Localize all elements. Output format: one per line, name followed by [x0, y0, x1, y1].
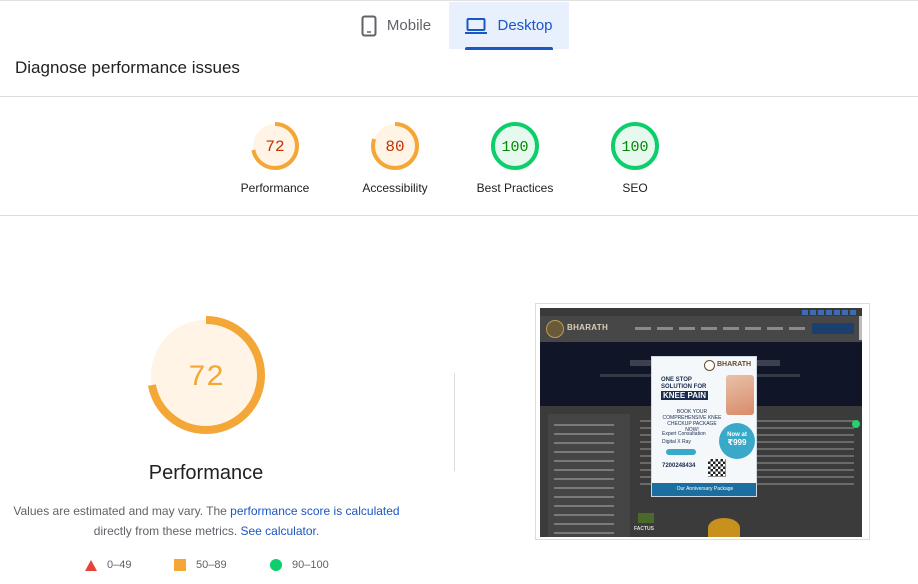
- triangle-icon: [85, 559, 97, 571]
- device-tabs: Mobile Desktop: [0, 0, 918, 50]
- popup-price-badge: Now at ₹999: [719, 423, 755, 459]
- site-scrollbar: [859, 316, 862, 340]
- legend-pass: 90–100: [270, 559, 329, 571]
- gauge-label: Performance: [240, 181, 310, 195]
- gauge-performance[interactable]: 72 Performance: [215, 120, 335, 195]
- section-title: Diagnose performance issues: [15, 58, 240, 77]
- legend-average: 50–89: [174, 559, 227, 571]
- site-mascot: [708, 518, 740, 537]
- screenshot-image: BHARATH FACTUS BHARATH ONE STOP SOLUTION…: [540, 308, 862, 537]
- site-sidebar-links: [554, 424, 614, 534]
- note-prefix: Values are estimated and may vary. The: [13, 504, 231, 518]
- qr-code-icon: [708, 459, 726, 477]
- gauge-ring: 100: [491, 122, 539, 170]
- gauge-accessibility[interactable]: 80 Accessibility: [335, 120, 455, 195]
- legend-range: 90–100: [292, 559, 329, 571]
- performance-gauge-large: 72: [147, 316, 265, 434]
- vertical-divider: [454, 373, 455, 471]
- popup-bullet: Digital X Ray: [662, 439, 691, 445]
- gauge-seo[interactable]: 100 SEO: [575, 120, 695, 195]
- legend-range: 0–49: [107, 559, 132, 571]
- legend-range: 50–89: [196, 559, 227, 571]
- tab-desktop[interactable]: Desktop: [449, 2, 569, 50]
- phone-icon: [361, 15, 377, 36]
- laptop-icon: [465, 17, 488, 34]
- popup-price: ₹999: [727, 438, 747, 447]
- performance-score-large: 72: [188, 361, 224, 395]
- gauge-score: 100: [501, 139, 528, 156]
- final-screenshot[interactable]: BHARATH FACTUS BHARATH ONE STOP SOLUTION…: [535, 303, 870, 540]
- popup-footer: Our Anniversary Package: [652, 483, 756, 496]
- popup-button: [666, 449, 696, 455]
- site-nav-button: [812, 323, 854, 334]
- tab-mobile[interactable]: Mobile: [344, 2, 448, 49]
- site-logo-icon: [546, 320, 564, 338]
- popup-bullets: Expert Consultation Digital X Ray: [662, 430, 706, 446]
- note-middle: directly from these metrics.: [93, 524, 241, 538]
- gauge-ring: 72: [251, 122, 299, 170]
- performance-title: Performance: [146, 462, 266, 485]
- square-icon: [174, 559, 186, 571]
- gauge-label: SEO: [622, 181, 648, 195]
- site-image: [638, 513, 654, 523]
- note-suffix: .: [315, 524, 320, 538]
- gauge-score: 100: [621, 139, 648, 156]
- site-nav-links: [635, 327, 805, 330]
- popup-brand: BHARATH: [717, 361, 752, 368]
- score-calculated-link[interactable]: performance score is calculated: [230, 504, 399, 518]
- gauge-ring: 80: [371, 122, 419, 170]
- popup-logo-icon: [704, 360, 715, 371]
- performance-title-text: Performance: [148, 462, 264, 484]
- popup-knee-image: [726, 375, 754, 415]
- site-factus: FACTUS: [634, 526, 654, 532]
- social-icons: [802, 310, 858, 315]
- popup-phone: 7200248434: [662, 463, 696, 469]
- estimate-note: Values are estimated and may vary. The p…: [10, 501, 403, 541]
- tab-mobile-label: Mobile: [386, 17, 432, 34]
- popup-line2: KNEE PAIN: [661, 391, 708, 400]
- whatsapp-icon: [852, 420, 860, 428]
- site-popup: BHARATH ONE STOP SOLUTION FOR KNEE PAIN …: [651, 356, 757, 497]
- site-brand: BHARATH: [567, 323, 609, 332]
- gauge-score: 80: [385, 138, 404, 156]
- gauge-best-practices[interactable]: 100 Best Practices: [455, 120, 575, 195]
- popup-line1: ONE STOP SOLUTION FOR: [661, 377, 707, 390]
- see-calculator-link[interactable]: See calculator: [240, 524, 315, 538]
- circle-icon: [270, 559, 282, 571]
- gauge-label: Accessibility: [362, 181, 428, 195]
- divider: [0, 96, 918, 97]
- divider: [0, 215, 918, 216]
- legend-fail: 0–49: [85, 559, 131, 571]
- gauge-score: 72: [265, 138, 284, 156]
- gauge-ring: 100: [611, 122, 659, 170]
- popup-bullet: Expert Consultation: [662, 431, 706, 437]
- tab-desktop-label: Desktop: [497, 17, 553, 34]
- gauge-label: Best Practices: [476, 181, 554, 195]
